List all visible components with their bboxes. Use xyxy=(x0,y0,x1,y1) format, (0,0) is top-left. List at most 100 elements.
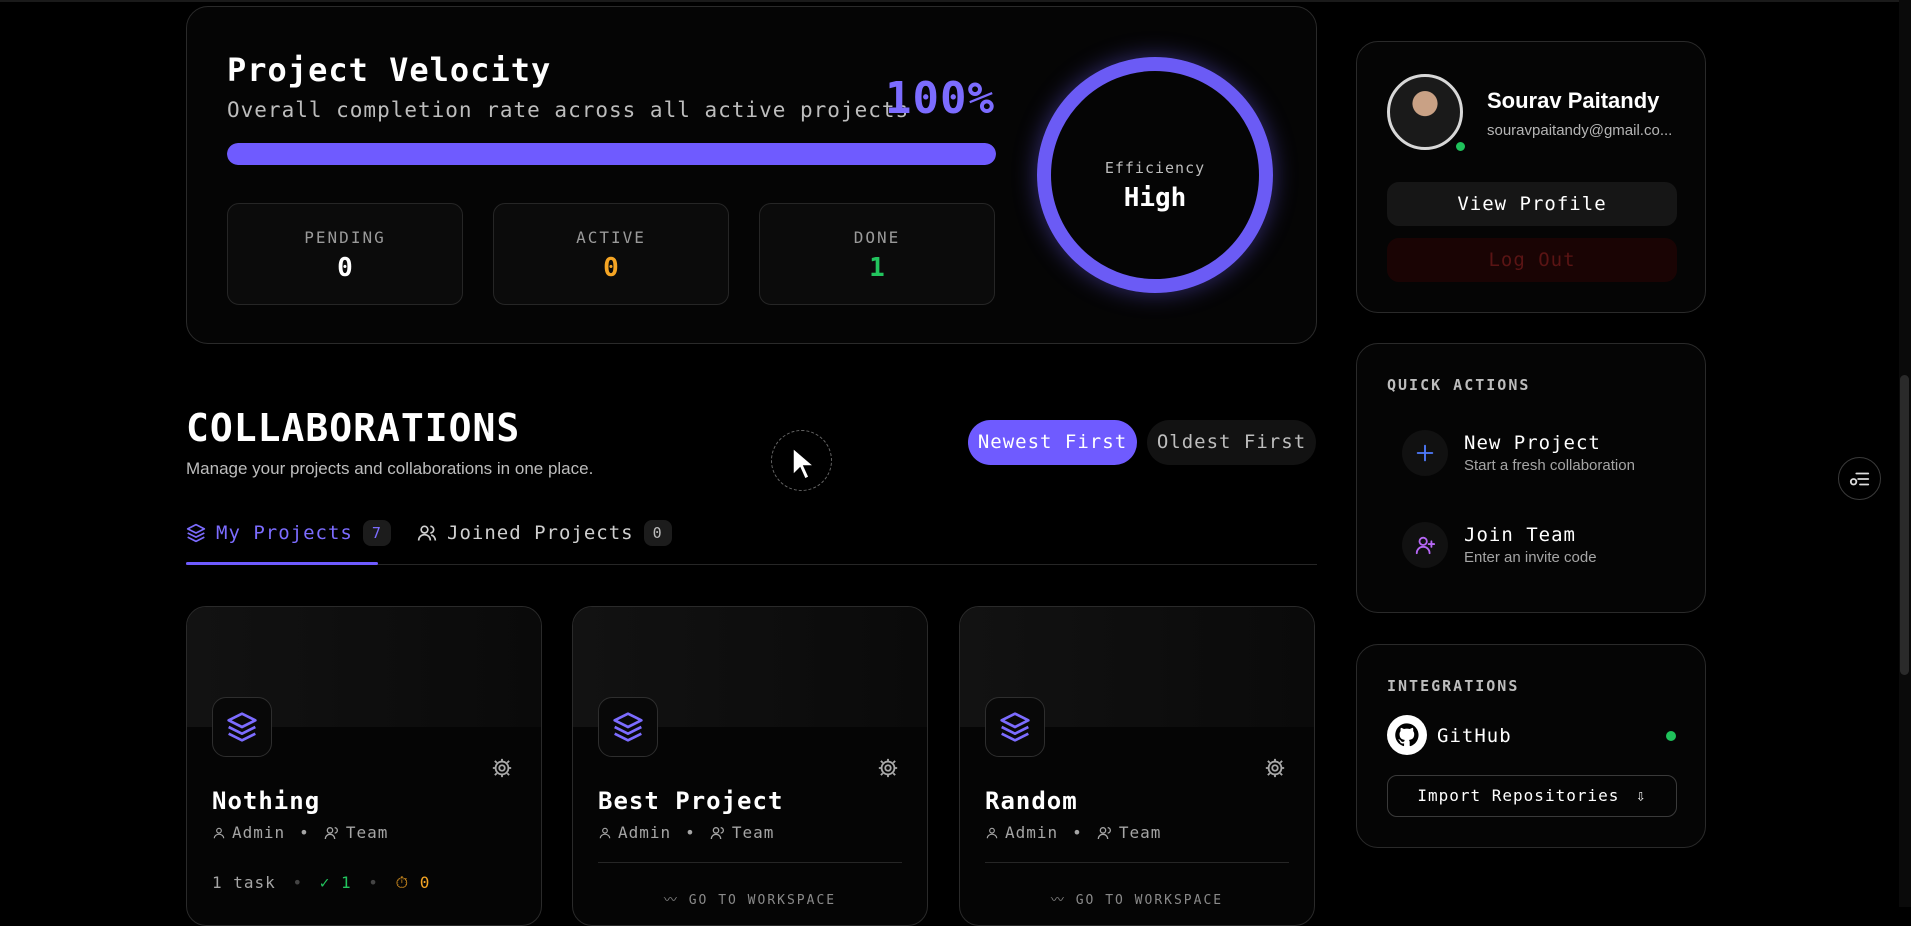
efficiency-label: Efficiency xyxy=(1104,159,1206,177)
project-name: Random xyxy=(985,787,1078,815)
download-icon: ⇩ xyxy=(1636,786,1647,805)
activity-icon: 〰 xyxy=(663,893,679,908)
project-role: Admin xyxy=(1005,823,1059,842)
plus-icon xyxy=(1402,430,1448,476)
quick-action-join-team[interactable]: Join Team Enter an invite code xyxy=(1402,522,1597,568)
online-status-dot xyxy=(1454,140,1467,153)
project-meta: Admin • Team xyxy=(598,823,774,842)
import-repositories-button[interactable]: Import Repositories ⇩ xyxy=(1387,775,1677,817)
workspace-label: GO TO WORKSPACE xyxy=(1075,893,1224,908)
quick-action-title: New Project xyxy=(1464,432,1601,454)
user-plus-icon xyxy=(1402,522,1448,568)
gear-icon[interactable] xyxy=(491,757,513,779)
view-profile-button[interactable]: View Profile xyxy=(1387,182,1677,226)
profile-email: souravpaitandy@gmail.co... xyxy=(1487,122,1673,139)
users-icon xyxy=(1097,826,1111,839)
quick-action-new-project[interactable]: New Project Start a fresh collaboration xyxy=(1402,430,1635,476)
activity-icon: 〰 xyxy=(1050,893,1066,908)
project-card[interactable]: Best Project Admin • Team 〰 GO TO WORKSP… xyxy=(572,606,928,926)
velocity-subtitle: Overall completion rate across all activ… xyxy=(227,98,910,122)
github-icon xyxy=(1387,715,1427,755)
profile-card: Sourav Paitandy souravpaitandy@gmail.co.… xyxy=(1356,41,1706,313)
tab-active-indicator xyxy=(186,562,378,565)
card-divider xyxy=(598,862,902,863)
integrations-card: INTEGRATIONS GitHub Import Repositories … xyxy=(1356,644,1706,848)
project-icon-box xyxy=(985,697,1045,757)
workspace-label: GO TO WORKSPACE xyxy=(688,893,837,908)
pointer-icon xyxy=(792,446,817,481)
go-to-workspace-link[interactable]: 〰 GO TO WORKSPACE xyxy=(573,889,927,908)
tab-count-badge: 7 xyxy=(362,520,391,546)
project-meta: Admin • Team xyxy=(985,823,1161,842)
project-type: Team xyxy=(1118,823,1162,842)
timer-icon: ⏱ xyxy=(395,873,410,892)
cursor-indicator xyxy=(771,430,832,491)
layers-icon xyxy=(227,712,257,742)
velocity-title: Project Velocity xyxy=(227,51,552,89)
project-velocity-card: Project Velocity Overall completion rate… xyxy=(186,6,1317,344)
stat-pending: PENDING 0 xyxy=(227,203,463,305)
sort-newest-button[interactable]: Newest First xyxy=(968,420,1137,465)
quick-action-subtitle: Enter an invite code xyxy=(1464,549,1597,566)
github-label: GitHub xyxy=(1437,725,1512,747)
layers-icon xyxy=(613,712,643,742)
check-icon: ✓ xyxy=(319,873,331,892)
stat-value: 0 xyxy=(603,253,619,283)
import-label: Import Repositories xyxy=(1417,786,1620,805)
github-connected-dot xyxy=(1666,731,1676,741)
project-type: Team xyxy=(731,823,775,842)
scrollbar-thumb[interactable] xyxy=(1900,375,1909,675)
stat-value: 1 xyxy=(869,253,885,283)
users-icon xyxy=(417,525,437,541)
stat-label: DONE xyxy=(853,228,901,247)
stat-label: ACTIVE xyxy=(576,228,646,247)
velocity-percent: 100% xyxy=(885,73,995,124)
project-icon-box xyxy=(598,697,658,757)
go-to-workspace-link[interactable]: 〰 GO TO WORKSPACE xyxy=(960,889,1314,908)
collaborations-subtitle: Manage your projects and collaborations … xyxy=(186,459,594,478)
avatar[interactable] xyxy=(1387,74,1463,150)
gear-icon[interactable] xyxy=(1264,757,1286,779)
project-role: Admin xyxy=(618,823,672,842)
stat-label: PENDING xyxy=(304,228,386,247)
tab-label: Joined Projects xyxy=(447,522,634,544)
user-icon xyxy=(986,827,998,838)
quick-actions-heading: QUICK ACTIONS xyxy=(1387,376,1531,394)
efficiency-ring: Efficiency High xyxy=(1037,57,1273,293)
tab-count-badge: 0 xyxy=(643,520,672,546)
efficiency-value: High xyxy=(1123,183,1187,213)
tab-my-projects[interactable]: My Projects 7 xyxy=(186,516,391,550)
stat-done: DONE 1 xyxy=(759,203,995,305)
filter-toggle-button[interactable] xyxy=(1838,457,1881,500)
quick-action-title: Join Team xyxy=(1464,524,1576,546)
project-icon-box xyxy=(212,697,272,757)
project-card[interactable]: Nothing Admin • Team 1 task • ✓ 1 • ⏱ 0 xyxy=(186,606,542,926)
card-divider xyxy=(985,862,1289,863)
velocity-progress-fill xyxy=(227,143,996,165)
layers-icon xyxy=(1000,712,1030,742)
collaborations-title: COLLABORATIONS xyxy=(186,406,521,450)
project-meta: Admin • Team xyxy=(212,823,388,842)
logout-button[interactable]: Log Out xyxy=(1387,238,1677,282)
stat-active: ACTIVE 0 xyxy=(493,203,729,305)
user-icon xyxy=(213,827,225,838)
project-card[interactable]: Random Admin • Team 〰 GO TO WORKSPACE xyxy=(959,606,1315,926)
tab-label: My Projects xyxy=(216,522,353,544)
tab-joined-projects[interactable]: Joined Projects 0 xyxy=(417,516,672,550)
filter-list-icon xyxy=(1849,472,1869,485)
velocity-progress-bar xyxy=(227,143,996,165)
sort-oldest-button[interactable]: Oldest First xyxy=(1147,420,1316,465)
project-type: Team xyxy=(345,823,389,842)
window-top-border xyxy=(0,0,1911,2)
project-name: Nothing xyxy=(212,787,321,815)
pending-count: 0 xyxy=(419,873,431,892)
quick-action-subtitle: Start a fresh collaboration xyxy=(1464,457,1635,474)
profile-name: Sourav Paitandy xyxy=(1487,88,1660,113)
project-task-summary: 1 task • ✓ 1 • ⏱ 0 xyxy=(212,873,431,892)
integrations-heading: INTEGRATIONS xyxy=(1387,677,1520,695)
user-icon xyxy=(599,827,611,838)
users-icon xyxy=(710,826,724,839)
layers-icon xyxy=(186,523,206,543)
task-count: 1 task xyxy=(212,873,276,892)
gear-icon[interactable] xyxy=(877,757,899,779)
